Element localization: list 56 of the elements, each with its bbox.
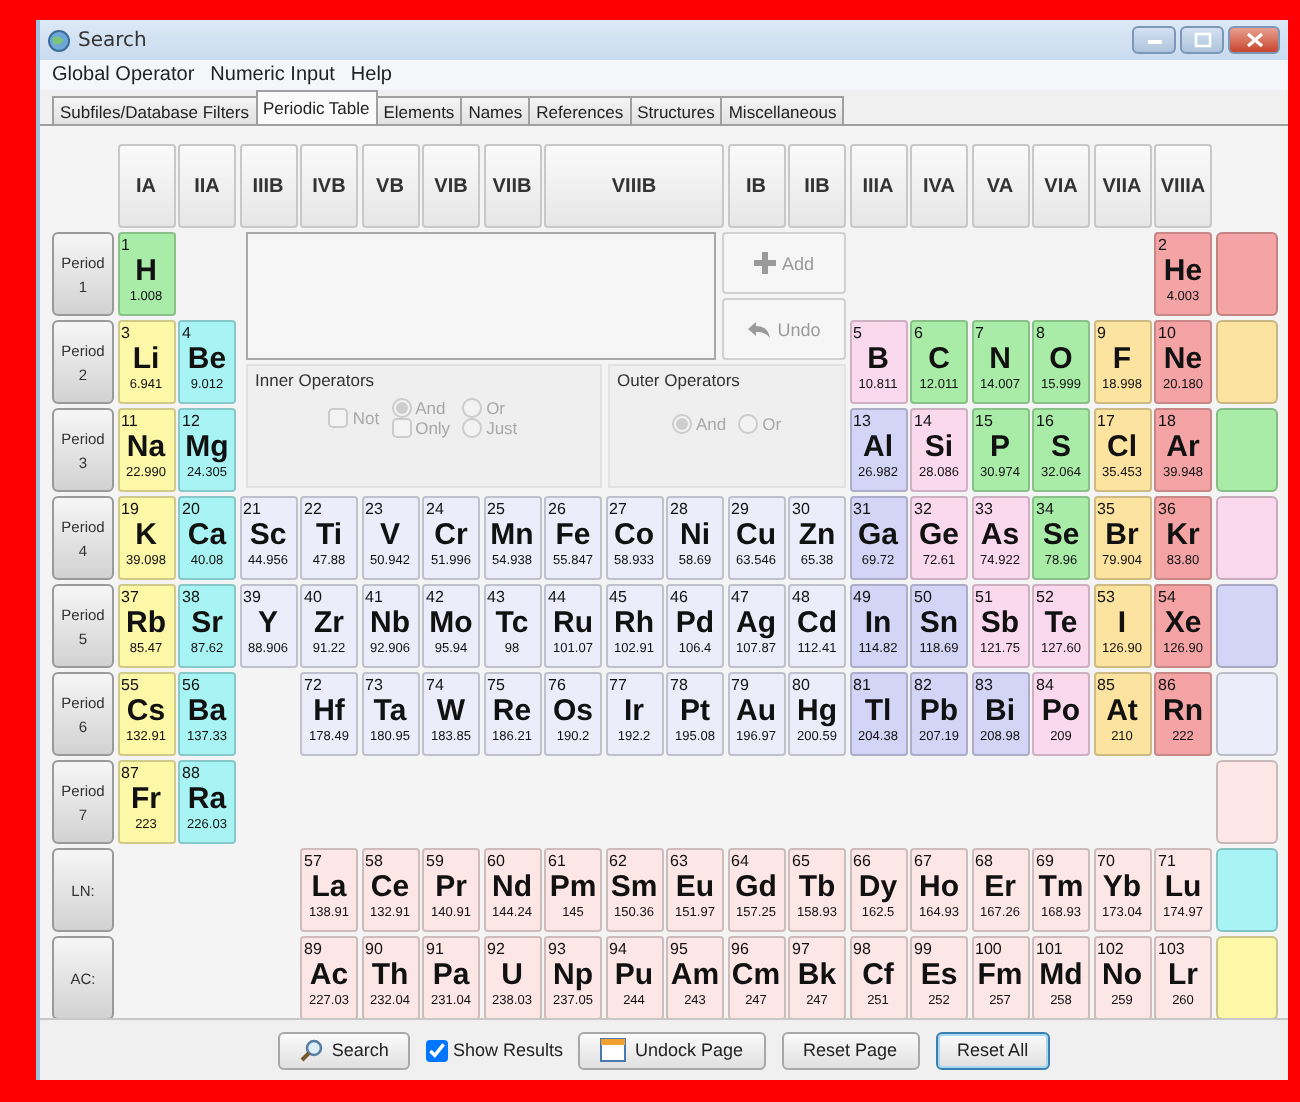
minimize-button[interactable] <box>1132 26 1176 54</box>
tab[interactable]: Periodic Table <box>255 90 378 124</box>
group-button[interactable]: VB <box>361 144 419 228</box>
tab[interactable]: Structures <box>629 96 723 124</box>
maximize-button[interactable] <box>1180 26 1224 54</box>
category-swatch[interactable] <box>1215 936 1277 1020</box>
plus-icon <box>753 252 776 274</box>
close-icon <box>1245 32 1263 48</box>
category-swatch[interactable] <box>1215 320 1277 404</box>
category-swatch[interactable] <box>1215 232 1277 316</box>
tab[interactable]: Subfiles/Database Filters <box>52 96 257 124</box>
category-swatch[interactable] <box>1215 408 1277 492</box>
group-title: Outer Operators <box>617 370 742 390</box>
footer-button[interactable]: Reset Page <box>781 1031 920 1069</box>
menu-item[interactable]: Global Operator <box>52 64 195 86</box>
group-button[interactable]: VIA <box>1032 144 1090 228</box>
category-swatch[interactable] <box>1215 496 1277 580</box>
tab[interactable]: References <box>528 96 632 124</box>
menu-item[interactable]: Numeric Input <box>210 64 335 86</box>
group-button[interactable]: VIIIB <box>544 144 724 228</box>
close-button[interactable] <box>1228 26 1280 54</box>
group-button[interactable]: IIA <box>178 144 236 228</box>
window-icon <box>600 1038 627 1062</box>
group-button[interactable]: IVB <box>300 144 358 228</box>
checkbox[interactable] <box>426 1039 449 1061</box>
group-button[interactable]: IIIA <box>849 144 907 228</box>
footer-button[interactable]: Search <box>277 1031 411 1069</box>
footer-button[interactable]: Reset All <box>935 1031 1051 1069</box>
group-title: Inner Operators <box>255 370 377 390</box>
group-button[interactable]: VA <box>971 144 1029 228</box>
group-button[interactable]: IIB <box>788 144 846 228</box>
footer-button[interactable]: Undock Page <box>578 1031 766 1069</box>
group-button[interactable]: VIIIA <box>1154 144 1212 228</box>
tab[interactable]: Elements <box>375 96 463 124</box>
maximize-icon <box>1193 32 1211 48</box>
group-button[interactable]: IIIB <box>239 144 297 228</box>
expression-field[interactable] <box>245 232 716 360</box>
search-icon <box>299 1038 324 1062</box>
tab[interactable]: Names <box>460 96 531 124</box>
category-swatch[interactable] <box>1215 672 1277 756</box>
globe-icon <box>48 29 70 51</box>
undo-icon <box>747 319 772 339</box>
category-swatch[interactable] <box>1215 760 1277 844</box>
group-button[interactable]: VIIA <box>1093 144 1151 228</box>
group-button[interactable]: VIB <box>422 144 480 228</box>
minimize-icon <box>1145 34 1163 46</box>
tab[interactable]: Miscellaneous <box>720 96 845 124</box>
checkbox-label[interactable]: Show Results <box>452 1040 563 1060</box>
category-swatch[interactable] <box>1215 584 1277 668</box>
group-button[interactable]: IB <box>727 144 785 228</box>
category-swatch[interactable] <box>1215 848 1277 932</box>
menu-item[interactable]: Help <box>350 64 392 86</box>
window-title: Search <box>78 29 147 51</box>
group-button[interactable]: IVA <box>910 144 968 228</box>
group-button[interactable]: VIIB <box>483 144 541 228</box>
group-button[interactable]: IA <box>117 144 175 228</box>
